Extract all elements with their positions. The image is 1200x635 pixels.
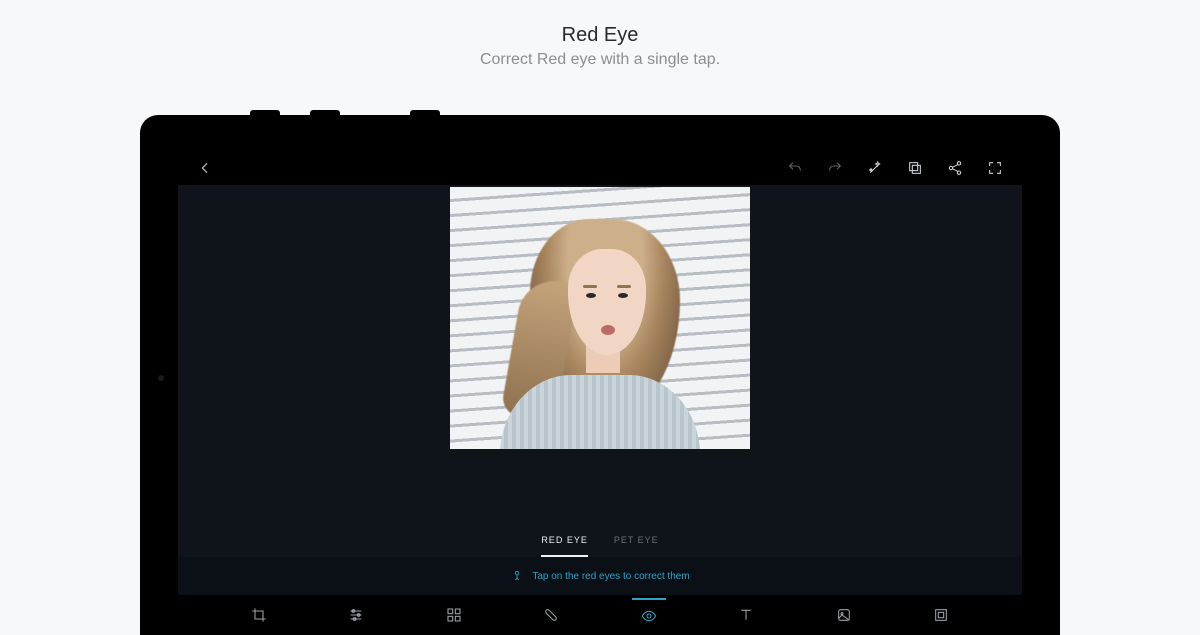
nav-sticker[interactable] <box>827 598 861 632</box>
nav-heal[interactable] <box>534 598 568 632</box>
tablet-camera <box>158 375 164 381</box>
layers-icon <box>907 160 923 176</box>
photo-editor-app: RED EYE PET EYE Tap on the red eyes to c… <box>178 151 1022 635</box>
nav-eye[interactable] <box>632 598 666 632</box>
promo-header: Red Eye Correct Red eye with a single ta… <box>0 0 1200 69</box>
nav-adjust[interactable] <box>339 598 373 632</box>
redo-icon <box>827 160 843 176</box>
hint-bar: Tap on the red eyes to correct them <box>178 557 1022 595</box>
grid-icon <box>446 607 462 623</box>
fullscreen-icon <box>987 160 1003 176</box>
back-icon <box>197 160 213 176</box>
back-button[interactable] <box>192 155 218 181</box>
bandaid-icon <box>543 607 559 623</box>
mode-tabs: RED EYE PET EYE <box>178 535 1022 557</box>
crop-icon <box>251 607 267 623</box>
redo-button[interactable] <box>822 155 848 181</box>
auto-enhance-button[interactable] <box>862 155 888 181</box>
nav-frame[interactable] <box>924 598 958 632</box>
nav-looks[interactable] <box>437 598 471 632</box>
text-icon <box>738 607 754 623</box>
nav-text[interactable] <box>729 598 763 632</box>
tap-icon <box>510 569 524 583</box>
promo-title: Red Eye <box>0 24 1200 47</box>
share-button[interactable] <box>942 155 968 181</box>
sliders-icon <box>348 607 364 623</box>
tablet-frame: RED EYE PET EYE Tap on the red eyes to c… <box>140 115 1060 635</box>
edited-photo[interactable] <box>450 187 750 449</box>
eye-icon <box>641 608 657 624</box>
hint-text: Tap on the red eyes to correct them <box>532 571 689 582</box>
tab-pet-eye[interactable]: PET EYE <box>614 535 659 557</box>
editor-canvas[interactable] <box>178 185 1022 535</box>
magic-wand-icon <box>867 160 883 176</box>
fullscreen-button[interactable] <box>982 155 1008 181</box>
sticker-icon <box>836 607 852 623</box>
promo-subtitle: Correct Red eye with a single tap. <box>0 51 1200 69</box>
undo-button[interactable] <box>782 155 808 181</box>
tab-red-eye[interactable]: RED EYE <box>541 535 588 557</box>
share-icon <box>947 160 963 176</box>
undo-icon <box>787 160 803 176</box>
top-toolbar <box>178 151 1022 185</box>
layers-button[interactable] <box>902 155 928 181</box>
frame-icon <box>933 607 949 623</box>
bottom-toolbar <box>178 595 1022 635</box>
photo-subject <box>490 205 710 449</box>
nav-crop[interactable] <box>242 598 276 632</box>
